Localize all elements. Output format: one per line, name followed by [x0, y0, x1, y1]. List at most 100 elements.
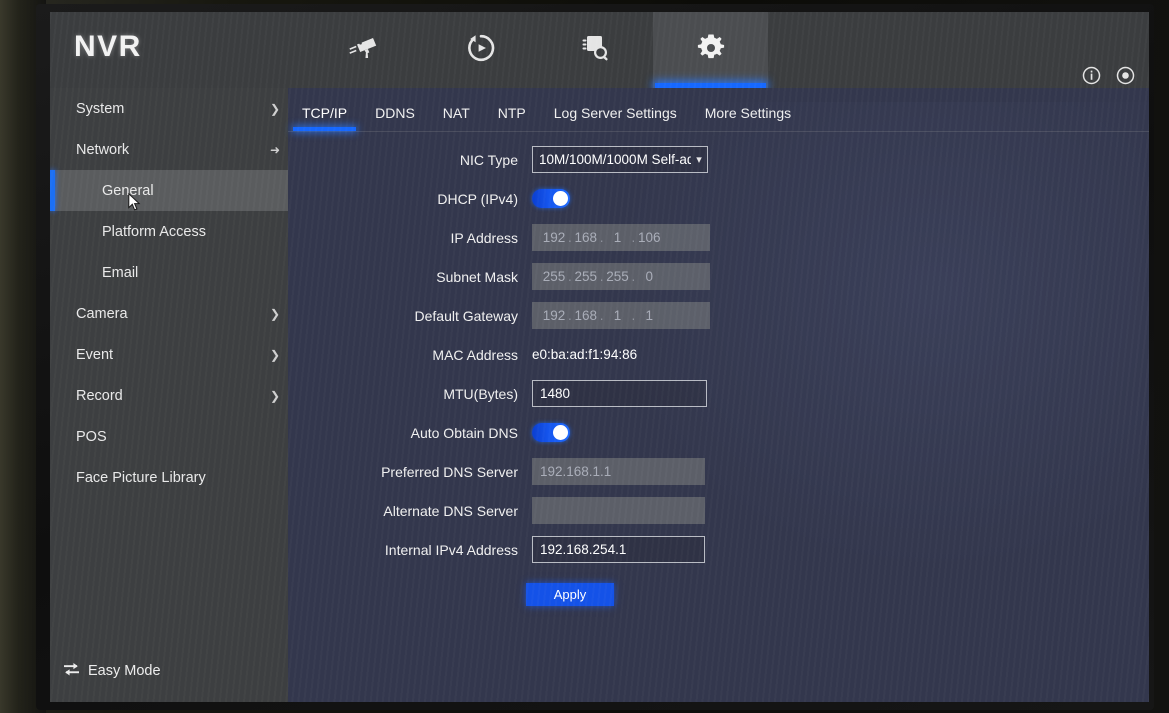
sidebar-item-record[interactable]: Record ❯ [50, 375, 288, 416]
chevron-down-icon: ▾ [696, 154, 702, 166]
ip-octet: 168 [574, 308, 598, 323]
monitor-photo: NVR System ❯ Network ➜ General Platform … [0, 0, 1169, 713]
log-search-icon [581, 33, 611, 68]
form-row-mtu: MTU(Bytes) 1480 [288, 380, 1149, 407]
form-row-subnet-mask: Subnet Mask 255 . 255 . 255 . 0 [288, 263, 1149, 290]
internal-ipv4-label: Internal IPv4 Address [384, 541, 518, 558]
mtu-input[interactable]: 1480 [532, 380, 707, 407]
form-row-ip-address: IP Address 192 . 168 . 1 . 106 [288, 224, 1149, 251]
subnet-mask-label: Subnet Mask [436, 268, 518, 285]
sidebar-item-label: System [76, 100, 125, 117]
toolbar-log-search-button[interactable] [538, 12, 653, 88]
ip-octets: 192 . 168 . 1 . 106 [540, 230, 663, 245]
ip-octet: 106 [638, 230, 661, 245]
nic-type-select[interactable]: 10M/100M/1000M Self-adaptive ▾ [532, 146, 708, 173]
internal-ipv4-input[interactable]: 192.168.254.1 [532, 536, 705, 563]
ip-octet: 192 [542, 308, 566, 323]
sidebar-item-label: Event [76, 346, 114, 363]
sidebar-item-label: Platform Access [102, 223, 206, 240]
ip-octet: 1 [613, 230, 622, 245]
tab-nat[interactable]: NAT [443, 105, 470, 131]
sidebar-item-label: POS [76, 428, 107, 445]
mac-address-label: MAC Address [432, 346, 518, 363]
sidebar-item-camera[interactable]: Camera ❯ [50, 293, 288, 334]
ip-octet: 192 [542, 230, 566, 245]
ip-octet: 1 [645, 308, 654, 323]
auto-obtain-dns-label: Auto Obtain DNS [410, 424, 518, 441]
tab-more-settings[interactable]: More Settings [705, 105, 791, 131]
form-row-nic-type: NIC Type 10M/100M/1000M Self-adaptive ▾ [288, 146, 1149, 173]
sidebar-item-system[interactable]: System ❯ [50, 88, 288, 129]
apply-button[interactable]: Apply [526, 583, 614, 606]
ip-octets: 255 . 255 . 255 . 0 [540, 269, 663, 284]
form-row-preferred-dns: Preferred DNS Server 192.168.1.1 [288, 458, 1149, 485]
easy-mode-label: Easy Mode [88, 663, 161, 679]
header-right-icons [1082, 66, 1135, 90]
sidebar-item-platform-access[interactable]: Platform Access [50, 211, 288, 252]
alternate-dns-input[interactable] [532, 497, 705, 524]
chevron-down-icon: ➜ [269, 142, 281, 157]
tab-log-server-settings[interactable]: Log Server Settings [554, 105, 677, 131]
ip-octet: 0 [645, 269, 654, 284]
default-gateway-input[interactable]: 192 . 168 . 1 . 1 [532, 302, 710, 329]
app-header: NVR [50, 12, 1149, 88]
sidebar-item-event[interactable]: Event ❯ [50, 334, 288, 375]
mtu-label: MTU(Bytes) [443, 385, 518, 402]
alternate-dns-label: Alternate DNS Server [383, 502, 518, 519]
preferred-dns-label: Preferred DNS Server [381, 463, 518, 480]
sidebar-item-label: Network [76, 141, 130, 158]
dhcp-label: DHCP (IPv4) [437, 190, 518, 207]
info-icon[interactable] [1082, 66, 1101, 90]
playback-icon [466, 33, 496, 68]
live-view-camera-icon [348, 35, 383, 66]
dhcp-toggle[interactable] [532, 189, 570, 208]
chevron-right-icon: ❯ [269, 306, 281, 321]
apply-spacer [288, 583, 526, 606]
form-row-apply: Apply [288, 583, 1149, 606]
sidebar-item-label: Record [76, 387, 123, 404]
sidebar-item-general[interactable]: General [50, 170, 288, 211]
chevron-right-icon: ❯ [269, 347, 281, 362]
ip-address-label: IP Address [450, 229, 518, 246]
mac-address-value: e0:ba:ad:f1:94:86 [532, 346, 638, 362]
toolbar-configuration-button[interactable] [653, 12, 768, 88]
form-row-auto-obtain-dns: Auto Obtain DNS [288, 419, 1149, 446]
ip-octet: 255 [574, 269, 598, 284]
tcpip-form: NIC Type 10M/100M/1000M Self-adaptive ▾ … [288, 146, 1149, 606]
toggle-knob [553, 425, 568, 440]
sidebar-item-label: Camera [76, 305, 128, 322]
tab-ddns[interactable]: DDNS [375, 105, 415, 131]
form-row-default-gateway: Default Gateway 192 . 168 . 1 . 1 [288, 302, 1149, 329]
preferred-dns-input[interactable]: 192.168.1.1 [532, 458, 705, 485]
sidebar-item-label: Email [102, 264, 139, 281]
ip-octet: 255 [606, 269, 629, 284]
default-gateway-label: Default Gateway [414, 307, 519, 324]
nic-type-label: NIC Type [459, 151, 518, 168]
sidebar-item-pos[interactable]: POS [50, 416, 288, 457]
main-toolbar [308, 12, 768, 88]
sidebar-item-label: General [102, 182, 154, 199]
toolbar-playback-button[interactable] [423, 12, 538, 88]
swap-arrows-icon [64, 662, 79, 680]
chevron-right-icon: ❯ [269, 101, 281, 116]
ip-octet: 255 [542, 269, 566, 284]
form-row-mac-address: MAC Address e0:ba:ad:f1:94:86 [288, 341, 1149, 368]
ip-address-input[interactable]: 192 . 168 . 1 . 106 [532, 224, 710, 251]
toolbar-live-view-button[interactable] [308, 12, 423, 88]
sidebar-item-email[interactable]: Email [50, 252, 288, 293]
sidebar-item-label: Face Picture Library [76, 469, 206, 486]
tab-ntp[interactable]: NTP [498, 105, 526, 131]
tab-tcp-ip[interactable]: TCP/IP [292, 105, 357, 131]
form-row-dhcp: DHCP (IPv4) [288, 185, 1149, 212]
power-icon[interactable] [1116, 66, 1135, 90]
chevron-right-icon: ❯ [269, 388, 281, 403]
subnet-mask-input[interactable]: 255 . 255 . 255 . 0 [532, 263, 710, 290]
nic-type-value: 10M/100M/1000M Self-adaptive [539, 152, 691, 167]
auto-obtain-dns-toggle[interactable] [532, 423, 570, 442]
sidebar-item-face-picture-library[interactable]: Face Picture Library [50, 457, 288, 498]
easy-mode-button[interactable]: Easy Mode [50, 656, 288, 686]
sidebar-item-network[interactable]: Network ➜ [50, 129, 288, 170]
form-row-alternate-dns: Alternate DNS Server [288, 497, 1149, 524]
main-content: TCP/IP DDNS NAT NTP Log Server Settings … [288, 88, 1149, 702]
ip-octets: 192 . 168 . 1 . 1 [540, 308, 663, 323]
